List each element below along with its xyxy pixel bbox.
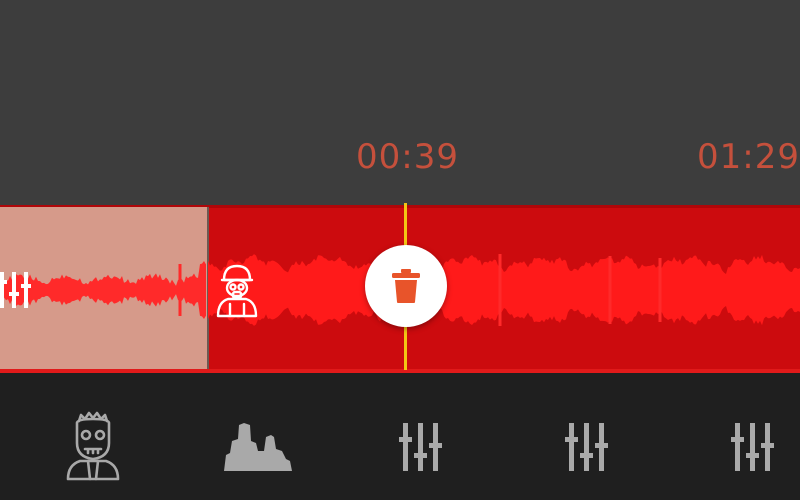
mixer-icon (565, 423, 608, 471)
time-marker-start: 00:39 (356, 137, 459, 177)
gasmask-person-icon[interactable] (212, 262, 262, 318)
zombie-effect-button[interactable] (64, 409, 122, 481)
trash-icon (392, 269, 420, 303)
mixer-button-3[interactable] (730, 421, 782, 473)
effects-toolbar (0, 373, 800, 500)
time-marker-end: 01:29 (697, 137, 800, 177)
mixer-button-2[interactable] (564, 421, 616, 473)
canyon-effect-button[interactable] (224, 421, 292, 471)
waveform-active (208, 254, 800, 326)
mixer-icon (731, 423, 774, 471)
landscape-icon (224, 423, 292, 471)
timeline-header: 00:39 01:29 (0, 0, 800, 205)
mixer-icon[interactable] (0, 268, 38, 310)
delete-button[interactable] (365, 245, 447, 327)
zombie-icon (66, 411, 120, 481)
mixer-button-1[interactable] (398, 421, 450, 473)
mixer-icon (399, 423, 442, 471)
audio-editor: 00:39 01:29 (0, 0, 800, 500)
